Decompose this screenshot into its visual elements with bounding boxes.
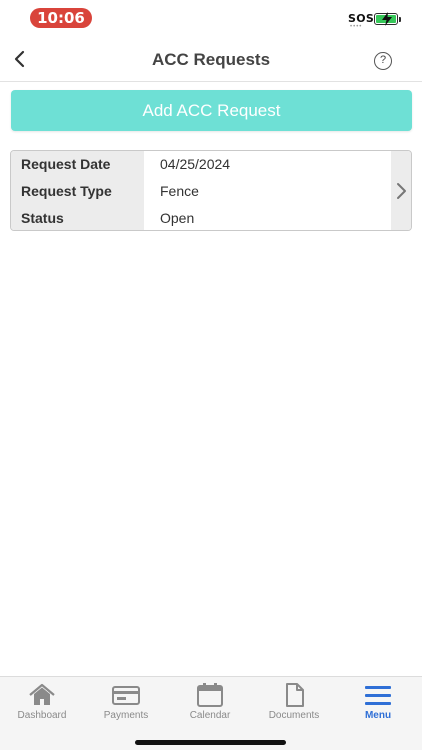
tab-calendar[interactable]: Calendar [168,677,252,727]
help-button[interactable]: ? [374,52,392,70]
tab-dashboard-label: Dashboard [17,710,67,721]
tab-menu-label: Menu [364,710,392,721]
chevron-right-icon [397,183,406,199]
battery-cap [399,17,401,22]
tab-bar: Dashboard Payments Calendar Documents Me… [0,676,422,750]
chevron-left-icon [14,50,25,68]
status-bar: 10:06 SOS •••• [0,0,422,36]
home-icon [29,683,55,705]
tab-menu[interactable]: Menu [336,677,420,727]
nav-header: ACC Requests ? [0,36,422,82]
tab-dashboard[interactable]: Dashboard [0,677,84,727]
tab-payments[interactable]: Payments [84,677,168,727]
tab-calendar-label: Calendar [189,710,231,721]
request-date-label: Request Date [21,156,111,172]
request-type-label: Request Type [21,183,112,199]
request-card[interactable]: Request Date Request Type Status 04/25/2… [10,150,412,231]
signal-dots-icon: •••• [350,24,363,30]
back-button[interactable] [8,44,36,74]
card-chevron-area [391,151,411,230]
tab-payments-label: Payments [103,710,149,721]
status-time: 10:06 [30,8,92,28]
request-labels-column: Request Date Request Type Status [11,151,144,230]
document-icon [286,683,304,707]
add-acc-request-button[interactable]: Add ACC Request [11,90,412,131]
tab-documents-label: Documents [268,710,320,721]
hamburger-menu-icon [365,686,391,705]
charging-bolt-icon [382,12,392,26]
home-indicator[interactable] [135,740,286,745]
request-type-value: Fence [160,183,199,199]
status-label: Status [21,210,64,226]
tab-documents[interactable]: Documents [252,677,336,727]
request-date-value: 04/25/2024 [160,156,231,172]
calendar-icon [197,683,223,707]
credit-card-icon [112,686,140,705]
question-circle-icon: ? [379,54,387,66]
status-value: Open [160,210,195,226]
request-values-column: 04/25/2024 Fence Open [144,151,391,230]
page-title: ACC Requests [151,50,271,69]
